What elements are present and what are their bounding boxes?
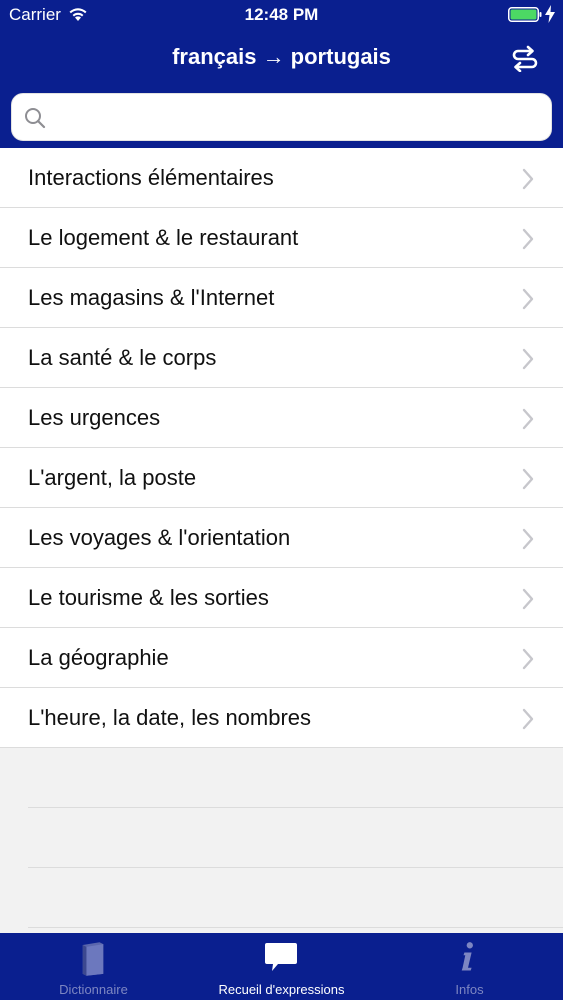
chevron-right-icon <box>522 228 534 250</box>
chevron-right-icon <box>522 588 534 610</box>
tab-bar: Dictionnaire Recueil d'expressions Infos <box>0 933 563 1000</box>
category-label: Le logement & le restaurant <box>28 225 299 250</box>
chevron-right-icon <box>522 348 534 370</box>
category-row[interactable]: Les urgences <box>0 388 563 448</box>
tab-infos[interactable]: Infos <box>376 933 563 1000</box>
category-row[interactable]: Les magasins & l'Internet <box>0 268 563 328</box>
tab-label: Recueil d'expressions <box>218 982 345 997</box>
top-bar: Carrier 12:48 PM français → portugais <box>0 0 563 148</box>
charging-bolt-icon <box>545 5 555 23</box>
chevron-right-icon <box>522 648 534 670</box>
chevron-right-icon <box>522 168 534 190</box>
book-icon <box>82 942 104 976</box>
chevron-right-icon <box>522 708 534 730</box>
category-row[interactable]: Les voyages & l'orientation <box>0 508 563 568</box>
chevron-right-icon <box>522 288 534 310</box>
category-row[interactable]: La santé & le corps <box>0 328 563 388</box>
category-label: Le tourisme & les sorties <box>28 585 269 610</box>
category-row[interactable]: Le tourisme & les sorties <box>0 568 563 628</box>
chevron-right-icon <box>522 528 534 550</box>
category-label: La santé & le corps <box>28 345 217 370</box>
category-row[interactable]: Interactions élémentaires <box>0 148 563 208</box>
tab-dictionnaire[interactable]: Dictionnaire <box>0 933 187 1000</box>
search-bar[interactable] <box>11 93 552 141</box>
empty-row-separator <box>28 868 563 928</box>
category-label: Les magasins & l'Internet <box>28 285 275 310</box>
status-bar: Carrier 12:48 PM <box>0 0 563 30</box>
category-label: L'heure, la date, les nombres <box>28 705 312 730</box>
category-row[interactable]: L'heure, la date, les nombres <box>0 688 563 748</box>
tab-label: Dictionnaire <box>59 982 128 997</box>
chevron-right-icon <box>522 468 534 490</box>
chevron-right-icon <box>522 408 534 430</box>
category-list: Interactions élémentaires Le logement & l… <box>0 148 563 928</box>
category-label: Les voyages & l'orientation <box>28 525 291 550</box>
swap-arrows-icon[interactable] <box>510 44 540 72</box>
search-input[interactable] <box>56 102 536 134</box>
nav-title: français → portugais <box>172 44 391 69</box>
empty-row-separator <box>28 808 563 868</box>
info-icon <box>461 942 473 971</box>
tab-label: Infos <box>455 982 484 997</box>
category-row[interactable]: L'argent, la poste <box>0 448 563 508</box>
category-row[interactable]: La géographie <box>0 628 563 688</box>
search-icon <box>25 108 46 129</box>
category-label: Interactions élémentaires <box>28 165 274 190</box>
tab-recueil-expressions[interactable]: Recueil d'expressions <box>187 933 376 1000</box>
clock: 12:48 PM <box>244 5 319 24</box>
category-row[interactable]: Le logement & le restaurant <box>0 208 563 268</box>
category-label: Les urgences <box>28 405 161 430</box>
empty-row-separator <box>28 748 563 808</box>
category-label: La géographie <box>28 645 169 670</box>
category-label: L'argent, la poste <box>28 465 197 490</box>
battery-icon <box>508 7 542 22</box>
speech-bubble-icon <box>265 943 297 971</box>
